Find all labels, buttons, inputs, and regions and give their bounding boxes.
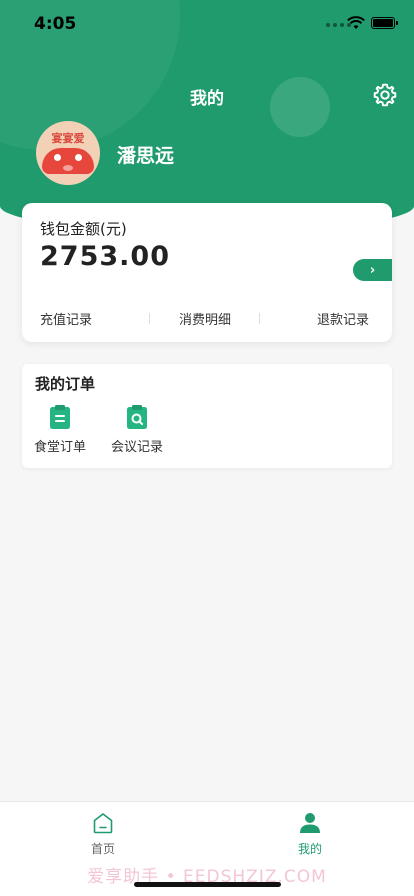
avatar[interactable]: 宴宴爱 xyxy=(36,121,100,185)
avatar-logo-text: 宴宴爱 xyxy=(51,132,85,145)
tab-home[interactable]: 首页 xyxy=(68,811,138,857)
divider xyxy=(149,313,150,324)
clipboard-list-icon xyxy=(50,405,70,429)
divider xyxy=(259,313,260,324)
canteen-orders-label: 食堂订单 xyxy=(33,440,86,455)
wallet-detail-button[interactable]: › xyxy=(353,259,392,281)
user-icon xyxy=(300,813,320,833)
meeting-records-label: 会议记录 xyxy=(110,440,163,455)
wallet-links: 充值记录 消费明细 退款记录 xyxy=(22,309,392,329)
orders-title: 我的订单 xyxy=(35,375,96,393)
user-name[interactable]: 潘思远 xyxy=(117,141,174,168)
home-icon xyxy=(93,813,113,834)
page-title: 我的 xyxy=(190,89,224,109)
consumption-details-link[interactable]: 消费明细 xyxy=(179,309,231,328)
wifi-icon xyxy=(347,16,365,29)
tab-profile[interactable]: 我的 xyxy=(275,811,345,857)
refund-records-link[interactable]: 退款记录 xyxy=(317,309,369,328)
status-bar: 4:05 xyxy=(0,0,414,48)
gear-icon[interactable] xyxy=(372,82,398,108)
wallet-card: 钱包金额(元) 2753.00 › 充值记录 消费明细 退款记录 xyxy=(22,203,392,342)
status-time: 4:05 xyxy=(34,14,77,34)
tab-profile-label: 我的 xyxy=(297,842,322,856)
clipboard-search-icon xyxy=(127,405,147,429)
orders-card: 我的订单 食堂订单 会议记录 xyxy=(22,364,392,468)
recharge-records-link[interactable]: 充值记录 xyxy=(40,309,92,328)
wallet-amount: 2753.00 xyxy=(40,241,170,272)
wallet-label: 钱包金额(元) xyxy=(40,220,127,238)
home-indicator[interactable] xyxy=(134,882,281,887)
canteen-orders-item[interactable]: 食堂订单 xyxy=(25,404,95,455)
tab-home-label: 首页 xyxy=(90,842,115,856)
meeting-records-item[interactable]: 会议记录 xyxy=(102,404,172,455)
battery-icon xyxy=(371,17,398,29)
